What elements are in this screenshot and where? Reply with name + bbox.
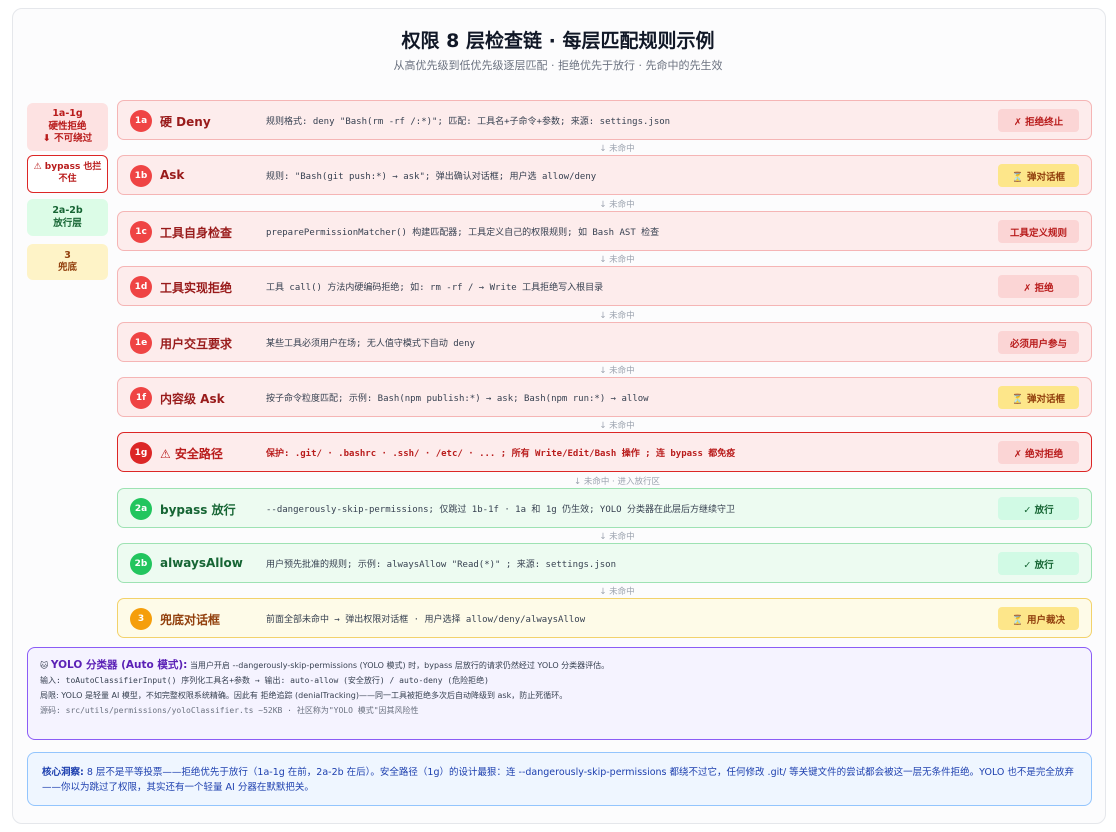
layer-description: 按子命令粒度匹配; 示例: Bash(npm publish:*) → ask;… bbox=[266, 394, 649, 404]
legend-bypass: ⚠ bypass 也拦 不住 bbox=[27, 155, 108, 193]
layer-3: 3 兜底对话框 前面全部未命中 → 弹出权限对话框 · 用户选择 allow/d… bbox=[117, 598, 1092, 638]
layer-badge: 2b bbox=[130, 553, 152, 575]
layer-badge: 2a bbox=[130, 498, 152, 520]
legend-bypass-line1: ⚠ bypass 也拦 bbox=[33, 162, 102, 173]
layer-1g: 1g ⚠ 安全路径 保护: .git/ · .bashrc · .ssh/ · … bbox=[117, 432, 1092, 472]
yolo-line3: 局限: YOLO 是轻量 AI 模型，不如完整权限系统精确。因此有 拒绝追踪 (… bbox=[40, 690, 568, 700]
layer-badge: 3 bbox=[130, 608, 152, 630]
layer-2a: 2a bypass 放行 --dangerously-skip-permissi… bbox=[117, 488, 1092, 528]
legend-allow-range: 2a-2b bbox=[52, 205, 83, 217]
layer-name: Ask bbox=[160, 168, 185, 182]
legend-hard-label: 硬性拒绝 bbox=[48, 120, 87, 132]
miss-connector: ↓ 未命中 bbox=[599, 421, 635, 431]
layer-action-badge: ⏳ 弹对话框 bbox=[998, 386, 1079, 409]
layer-badge: 1b bbox=[130, 165, 152, 187]
layer-action-badge: ✓ 放行 bbox=[998, 497, 1079, 520]
layer-description: 前面全部未命中 → 弹出权限对话框 · 用户选择 allow/deny/alwa… bbox=[266, 615, 586, 625]
cat-icon: 🐱 bbox=[40, 661, 49, 670]
layer-2b: 2b alwaysAllow 用户预先批准的规则; 示例: alwaysAllo… bbox=[117, 543, 1092, 583]
layer-action-badge: ✗ 拒绝终止 bbox=[998, 109, 1079, 132]
yolo-classifier-panel: 🐱 YOLO 分类器 (Auto 模式): 当用户开启 --dangerousl… bbox=[27, 647, 1092, 740]
legend-hard-range: 1a-1g bbox=[52, 108, 83, 120]
layer-name: 工具自身检查 bbox=[160, 226, 233, 240]
layer-name: 用户交互要求 bbox=[160, 337, 233, 351]
legend-fallback-range: 3 bbox=[64, 249, 71, 261]
legend-hard-deny: 1a-1g 硬性拒绝 ⬇ 不可绕过 bbox=[27, 103, 108, 151]
layer-1f: 1f 内容级 Ask 按子命令粒度匹配; 示例: Bash(npm publis… bbox=[117, 377, 1092, 417]
layer-action-badge: ✓ 放行 bbox=[998, 552, 1079, 575]
layer-1d: 1d 工具实现拒绝 工具 call() 方法内硬编码拒绝; 如: rm -rf … bbox=[117, 266, 1092, 306]
yolo-heading-row: 🐱 YOLO 分类器 (Auto 模式): 当用户开启 --dangerousl… bbox=[40, 658, 1079, 672]
layer-action-badge: ✗ 拒绝 bbox=[998, 275, 1079, 298]
layer-1e: 1e 用户交互要求 某些工具必须用户在场; 无人值守模式下自动 deny 必须用… bbox=[117, 322, 1092, 362]
layer-badge: 1e bbox=[130, 332, 152, 354]
layer-description: 规则: "Bash(git push:*) → ask"; 弹出确认对话框; 用… bbox=[266, 172, 597, 182]
layer-badge: 1g bbox=[130, 442, 152, 464]
page-subtitle: 从高优先级到低优先级逐层匹配 · 拒绝优先于放行 · 先命中的先生效 bbox=[393, 59, 723, 72]
miss-connector: ↓ 未命中 bbox=[599, 366, 635, 376]
layer-name: 兜底对话框 bbox=[160, 613, 221, 627]
layer-action-badge: ⏳ 弹对话框 bbox=[998, 164, 1079, 187]
layer-description: 保护: .git/ · .bashrc · .ssh/ · /etc/ · ..… bbox=[266, 449, 736, 459]
layer-badge: 1a bbox=[130, 110, 152, 132]
yolo-title: YOLO 分类器 (Auto 模式): bbox=[50, 659, 188, 671]
layer-action-badge: 工具定义规则 bbox=[998, 220, 1079, 243]
layer-name: bypass 放行 bbox=[160, 503, 236, 517]
layer-1b: 1b Ask 规则: "Bash(git push:*) → ask"; 弹出确… bbox=[117, 155, 1092, 195]
layer-badge: 1c bbox=[130, 221, 152, 243]
miss-connector: ↓ 未命中 bbox=[599, 144, 635, 154]
layer-name: ⚠ 安全路径 bbox=[160, 447, 223, 461]
layer-description: 某些工具必须用户在场; 无人值守模式下自动 deny bbox=[266, 339, 475, 349]
layer-action-badge: 必须用户参与 bbox=[998, 331, 1079, 354]
layer-description: --dangerously-skip-permissions; 仅跳过 1b-1… bbox=[266, 505, 736, 515]
layer-badge: 1d bbox=[130, 276, 152, 298]
layer-description: 工具 call() 方法内硬编码拒绝; 如: rm -rf / → Write … bbox=[266, 283, 604, 293]
layer-badge: 1f bbox=[130, 387, 152, 409]
yolo-source: 源码: src/utils/permissions/yoloClassifier… bbox=[40, 705, 419, 715]
page-title: 权限 8 层检查链 · 每层匹配规则示例 bbox=[401, 30, 715, 52]
yolo-line2: 输入: toAutoClassifierInput() 序列化工具名+参数 → … bbox=[40, 676, 489, 686]
legend-fallback: 3 兜底 bbox=[27, 244, 108, 280]
layer-name: alwaysAllow bbox=[160, 556, 243, 570]
layer-name: 硬 Deny bbox=[160, 115, 211, 129]
legend-bypass-line2: 不住 bbox=[58, 174, 77, 184]
legend-hard-note: ⬇ 不可绕过 bbox=[42, 133, 93, 145]
layer-name: 内容级 Ask bbox=[160, 392, 225, 406]
layer-action-badge: ✗ 绝对拒绝 bbox=[998, 441, 1079, 464]
yolo-line1: 当用户开启 --dangerously-skip-permissions (YO… bbox=[189, 661, 610, 670]
miss-connector: ↓ 未命中 bbox=[599, 255, 635, 265]
layer-1a: 1a 硬 Deny 规则格式: deny "Bash(rm -rf /:*)";… bbox=[117, 100, 1092, 140]
insight-text: 8 层不是平等投票——拒绝优先于放行（1a-1g 在前，2a-2b 在后）。安全… bbox=[42, 767, 1074, 794]
miss-connector: ↓ 未命中 bbox=[599, 200, 635, 210]
layer-name: 工具实现拒绝 bbox=[160, 281, 233, 295]
layer-action-badge: ⏳ 用户裁决 bbox=[998, 607, 1079, 630]
miss-connector: ↓ 未命中 bbox=[599, 532, 635, 542]
miss-connector: ↓ 未命中 bbox=[599, 311, 635, 321]
layer-description: preparePermissionMatcher() 构建匹配器; 工具定义自己… bbox=[266, 228, 660, 238]
miss-connector-enter-allow: ↓ 未命中 · 进入放行区 bbox=[574, 477, 660, 487]
layer-description: 规则格式: deny "Bash(rm -rf /:*)"; 匹配: 工具名+子… bbox=[266, 117, 671, 127]
legend-allow: 2a-2b 放行层 bbox=[27, 199, 108, 236]
legend-allow-label: 放行层 bbox=[53, 217, 82, 229]
insight-label: 核心洞察: bbox=[42, 767, 84, 778]
layer-1c: 1c 工具自身检查 preparePermissionMatcher() 构建匹… bbox=[117, 211, 1092, 251]
core-insight-panel: 核心洞察: 8 层不是平等投票——拒绝优先于放行（1a-1g 在前，2a-2b … bbox=[27, 752, 1092, 806]
miss-connector: ↓ 未命中 bbox=[599, 587, 635, 597]
layer-description: 用户预先批准的规则; 示例: alwaysAllow "Read(*)" ; 来… bbox=[266, 560, 616, 570]
legend-fallback-label: 兜底 bbox=[57, 262, 77, 273]
